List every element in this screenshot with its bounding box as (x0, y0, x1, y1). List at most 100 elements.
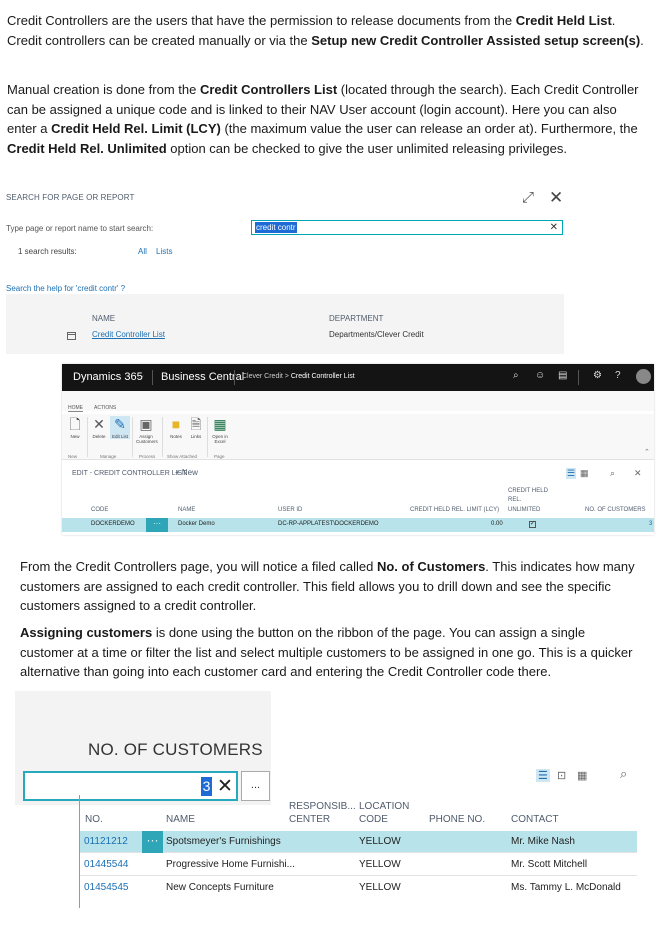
cell-name: Progressive Home Furnishi... (166, 859, 295, 870)
ribbon: 🗋 New ✕ Delete ✎ Edit List ▣ Assign Customer… (62, 414, 654, 460)
list-view-icon[interactable]: ☰ (566, 468, 577, 479)
expand-icon[interactable]: ⤢ (522, 189, 534, 206)
intro-paragraph: Credit Controllers are the users that ha… (7, 11, 647, 50)
column-header-responsibility-center[interactable]: RESPONSIB... (289, 801, 356, 813)
column-header-unlimited[interactable]: REL. (508, 496, 521, 504)
result-department: Departments/Clever Credit (329, 330, 424, 339)
search-icon[interactable]: ⌕ (620, 766, 627, 782)
ribbon-label: New (70, 434, 80, 439)
links-button[interactable]: 🗎 Links (186, 416, 206, 439)
search-results-count: 1 search results: (18, 247, 77, 256)
links-icon: 🗎 (190, 416, 202, 432)
chevron-down-icon[interactable]: ⌵ (137, 371, 144, 382)
ribbon-label: Assign Customers (136, 434, 158, 444)
bold-text: Setup new Credit Controller Assisted set… (311, 32, 641, 48)
table-row[interactable]: 01121212 ··· Spotsmeyer's Furnishings YE… (80, 831, 637, 853)
divider (207, 417, 208, 457)
ribbon-label: Delete (92, 434, 106, 439)
table-row[interactable]: DOCKERDEMO ··· Docker Demo DC-RP-APPLATE… (62, 518, 654, 532)
filter-all[interactable]: All (138, 247, 147, 256)
tab-home[interactable]: HOME (68, 405, 83, 412)
column-header-unlimited[interactable]: CREDIT HELD (508, 487, 548, 495)
divider (87, 417, 88, 457)
table-row[interactable]: 01454545 New Concepts Furniture YELLOW M… (80, 877, 637, 899)
filter-icon[interactable]: ⊡ (557, 769, 566, 782)
divider (234, 370, 235, 385)
assign-customers-icon: ▣ (139, 416, 153, 432)
notifications-icon[interactable]: ▤ (558, 370, 567, 381)
search-input[interactable]: credit contr ✕ (251, 220, 563, 235)
gear-icon[interactable]: ⚙ (593, 370, 602, 381)
search-icon[interactable]: ⌕ (610, 468, 615, 479)
help-icon[interactable]: ? (615, 370, 621, 381)
edit-list-icon: ✎ (114, 416, 126, 432)
avatar[interactable] (636, 369, 651, 384)
column-header-responsibility-center[interactable]: CENTER (289, 814, 330, 826)
customers-table: NO. NAME RESPONSIB... CENTER LOCATION CO… (79, 795, 637, 908)
list-view-icon[interactable]: ☰ (536, 769, 550, 782)
search-panel-screenshot: SEARCH FOR PAGE OR REPORT ⤢ ✕ Type page … (0, 186, 580, 386)
close-icon[interactable]: ✕ (634, 468, 642, 479)
new-action[interactable]: + New (175, 468, 198, 477)
bold-text: Assigning customers (20, 625, 153, 640)
column-header-phone-no[interactable]: PHONE NO. (429, 814, 485, 826)
row-actions-button[interactable]: ··· (142, 831, 163, 853)
product-name[interactable]: Dynamics 365 (73, 371, 143, 383)
column-header-name: NAME (92, 314, 116, 323)
group-label-manage: Manage (100, 454, 117, 459)
column-header-name[interactable]: NAME (166, 814, 195, 826)
smiley-icon[interactable]: ☺ (535, 370, 545, 381)
filter-input-value: 3 (201, 777, 212, 796)
column-header-no-of-customers[interactable]: NO. OF CUSTOMERS (585, 506, 646, 514)
text: Credit Controllers are the users that ha… (7, 13, 516, 28)
column-header-code[interactable]: CODE (91, 506, 108, 514)
column-header-contact[interactable]: CONTACT (511, 814, 559, 826)
unlimited-checkbox[interactable]: ✓ (529, 521, 536, 528)
text: (the maximum value the user can release … (220, 121, 638, 136)
tile-view-icon[interactable]: ▦ (580, 468, 589, 479)
column-header-location-code[interactable]: LOCATION (359, 801, 409, 813)
column-header-no[interactable]: NO. (85, 814, 103, 826)
collapse-ribbon-icon[interactable]: ⌃ (644, 448, 650, 456)
app-name[interactable]: Business Central (161, 371, 244, 383)
group-label-new: New (68, 454, 78, 459)
column-header-location-code[interactable]: CODE (359, 814, 388, 826)
cell-no[interactable]: 01454545 (84, 882, 129, 893)
clear-icon[interactable]: ✕ (550, 221, 558, 234)
cell-code[interactable]: DOCKERDEMO (91, 521, 135, 527)
search-icon[interactable]: ⌕ (513, 370, 519, 381)
search-input-value: credit contr (255, 222, 297, 233)
filter-lists[interactable]: Lists (156, 247, 172, 256)
cell-name: Spotsmeyer's Furnishings (166, 836, 281, 847)
column-header-user-id[interactable]: USER ID (278, 506, 302, 514)
open-in-excel-button[interactable]: ▦ Open in Excel (210, 416, 230, 444)
delete-icon: ✕ (93, 416, 105, 432)
column-header-limit[interactable]: CREDIT HELD REL. LIMIT (LCY) (410, 506, 499, 514)
tile-view-icon[interactable]: ▦ (577, 769, 587, 782)
no-of-customers-filter-panel: NO. OF CUSTOMERS 3 ✕ ... (15, 691, 271, 805)
ribbon-tabs: HOME ACTIONS (62, 391, 654, 412)
manual-creation-paragraph: Manual creation is done from the Credit … (7, 80, 647, 158)
close-icon[interactable]: ✕ (549, 188, 563, 208)
tab-actions[interactable]: ACTIONS (94, 405, 116, 411)
new-button[interactable]: 🗋 New (65, 416, 85, 439)
result-link-credit-controller-list[interactable]: Credit Controller List (92, 330, 165, 339)
ribbon-label: Open in Excel (212, 434, 228, 444)
excel-icon: ▦ (213, 416, 227, 432)
column-header-unlimited[interactable]: UNLIMITED (508, 506, 540, 514)
cell-contact: Ms. Tammy L. McDonald (511, 882, 621, 893)
delete-button[interactable]: ✕ Delete (89, 416, 109, 439)
table-row[interactable]: 01445544 Progressive Home Furnishi... YE… (80, 854, 637, 876)
notes-button[interactable]: ■ Notes (166, 416, 186, 439)
breadcrumb-item[interactable]: Clever Credit (242, 373, 283, 380)
search-help-link[interactable]: Search the help for 'credit contr' ? (6, 284, 125, 293)
cell-location-code: YELLOW (359, 882, 401, 893)
row-actions-button[interactable]: ··· (146, 518, 168, 532)
cell-no[interactable]: 01121212 (84, 836, 128, 847)
cell-no-of-customers[interactable]: 3 (649, 521, 652, 527)
assign-customers-button[interactable]: ▣ Assign Customers (136, 416, 158, 444)
edit-list-button[interactable]: ✎ Edit List (110, 416, 130, 439)
column-header-name[interactable]: NAME (178, 506, 195, 514)
cell-no[interactable]: 01445544 (84, 859, 129, 870)
divider (162, 417, 163, 457)
